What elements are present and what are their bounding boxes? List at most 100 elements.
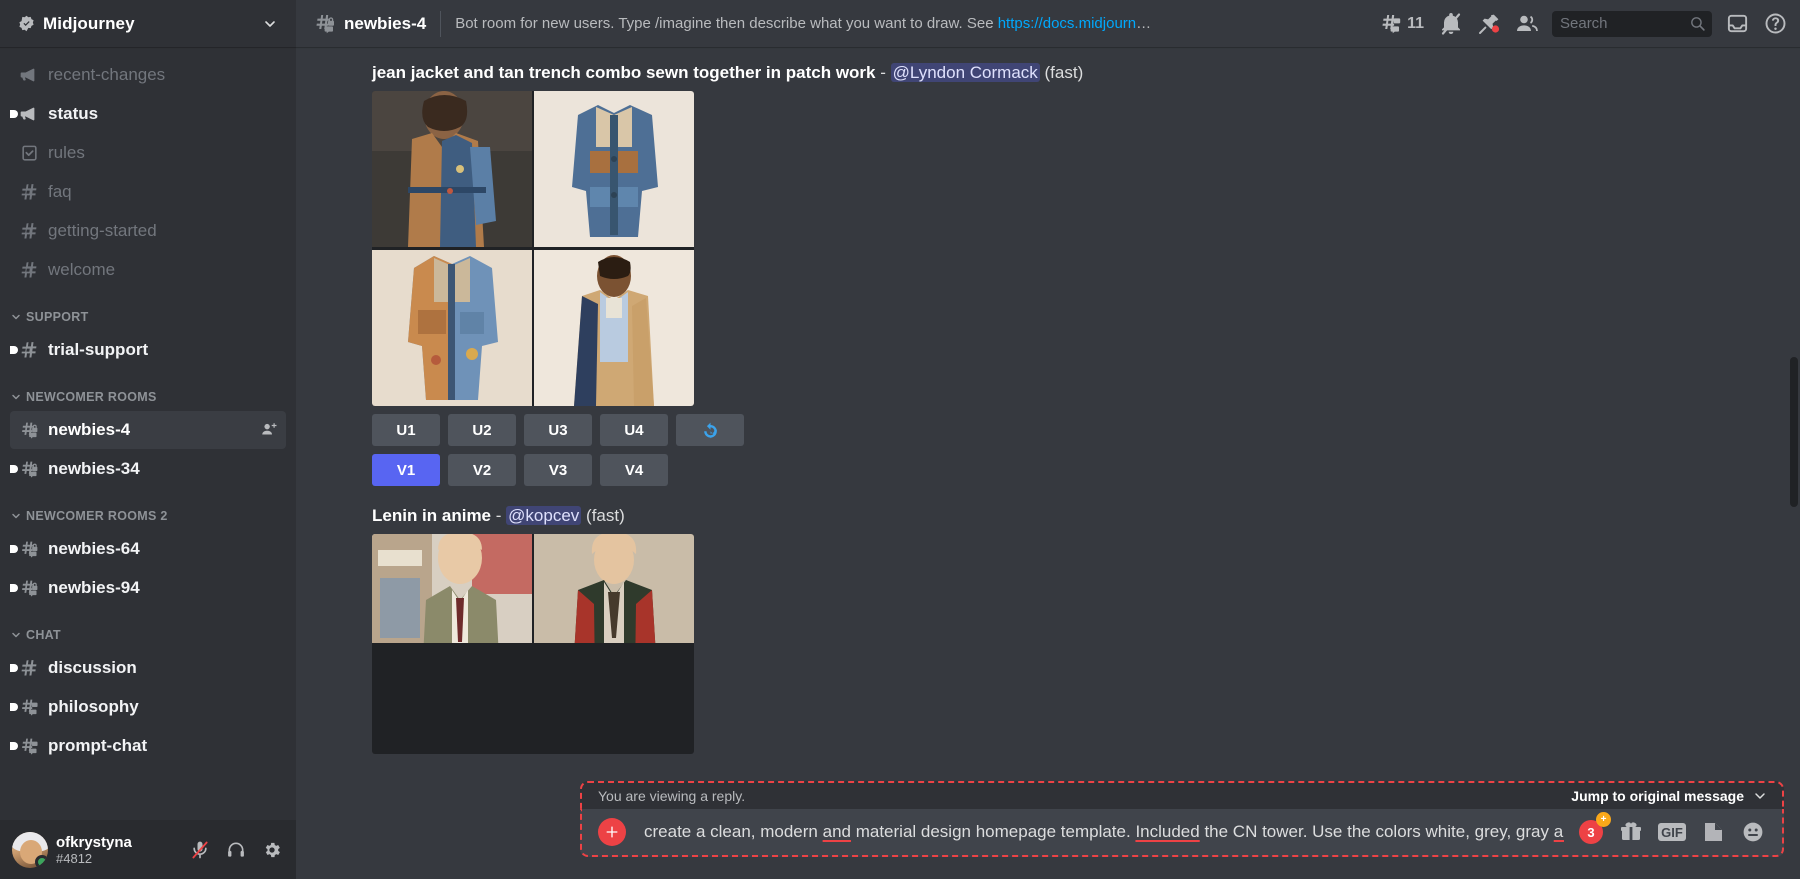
- sidebar-item-newbies-4[interactable]: newbies-4: [10, 411, 286, 449]
- chevron-down-icon: [1752, 788, 1768, 804]
- message-item: Lenin in anime - @kopcev (fast): [296, 500, 1800, 754]
- sidebar-item-rules[interactable]: rules: [10, 134, 286, 172]
- image-grid[interactable]: [372, 91, 694, 406]
- mention[interactable]: @kopcev: [506, 506, 582, 525]
- sidebar-item-label: welcome: [48, 260, 116, 279]
- separator: -: [495, 506, 502, 525]
- headphones-icon[interactable]: [220, 834, 252, 866]
- sidebar-item-newbies-34[interactable]: newbies-34: [10, 450, 286, 488]
- category-label: CHAT: [26, 628, 61, 642]
- category-chat[interactable]: CHAT: [0, 608, 296, 648]
- reply-bar: You are viewing a reply. Jump to origina…: [580, 781, 1784, 809]
- message-header: jean jacket and tan trench combo sewn to…: [372, 61, 1752, 85]
- channel-topic[interactable]: Bot room for new users. Type /imagine th…: [455, 15, 1155, 32]
- verified-badge-icon: [18, 15, 35, 32]
- inbox-icon[interactable]: [1720, 7, 1754, 41]
- emoji-icon[interactable]: [1740, 819, 1766, 845]
- pin-icon[interactable]: [1472, 7, 1506, 41]
- image-cell[interactable]: [372, 534, 532, 643]
- message-list[interactable]: jean jacket and tan trench combo sewn to…: [296, 47, 1800, 879]
- upscale-button-u3[interactable]: U3: [524, 414, 592, 446]
- upscale-button-u2[interactable]: U2: [448, 414, 516, 446]
- sidebar-item-getting-started[interactable]: getting-started: [10, 212, 286, 250]
- message-header: Lenin in anime - @kopcev (fast): [372, 504, 1752, 528]
- search-input[interactable]: [1560, 15, 1689, 32]
- message-composer[interactable]: create a clean, modern and material desi…: [580, 809, 1784, 857]
- members-icon[interactable]: [1510, 7, 1544, 41]
- channel-header: newbies-4 Bot room for new users. Type /…: [296, 0, 1800, 47]
- gif-label: GIF: [1661, 824, 1683, 840]
- chevron-down-icon[interactable]: [262, 16, 278, 32]
- plus-icon[interactable]: [598, 818, 626, 846]
- gif-button[interactable]: GIF: [1658, 823, 1686, 841]
- hash-thread-locked-icon: [18, 419, 40, 441]
- upscale-button-u1[interactable]: U1: [372, 414, 440, 446]
- hash-thread-icon: [18, 735, 40, 757]
- reroll-button[interactable]: [676, 414, 744, 446]
- sidebar-item-label: getting-started: [48, 221, 157, 240]
- sidebar-item-newbies-94[interactable]: newbies-94: [10, 569, 286, 607]
- image-cell[interactable]: [372, 249, 532, 407]
- sidebar-item-label: newbies-34: [48, 459, 140, 478]
- sidebar-item-newbies-64[interactable]: newbies-64: [10, 530, 286, 568]
- server-name: Midjourney: [43, 13, 135, 33]
- avatar[interactable]: [12, 831, 48, 868]
- sidebar-item-label: newbies-64: [48, 539, 140, 558]
- channel-topic-link[interactable]: https://docs.midjourney....: [998, 15, 1155, 32]
- server-header[interactable]: Midjourney: [0, 0, 296, 47]
- upscale-button-u4[interactable]: U4: [600, 414, 668, 446]
- variation-button-v2[interactable]: V2: [448, 454, 516, 486]
- announcement-icon: [18, 103, 40, 125]
- hash-icon: [18, 259, 40, 281]
- sidebar-item-discussion[interactable]: discussion: [10, 649, 286, 687]
- message-scrollbar[interactable]: [1790, 357, 1798, 507]
- bell-muted-icon[interactable]: [1434, 7, 1468, 41]
- channel-list[interactable]: recent-changes status rules faq getting-…: [0, 47, 296, 820]
- variation-button-v4[interactable]: V4: [600, 454, 668, 486]
- mention[interactable]: @Lyndon Cormack: [890, 63, 1040, 82]
- sidebar-item-label: trial-support: [48, 340, 149, 359]
- sidebar-item-philosophy[interactable]: philosophy: [10, 688, 286, 726]
- threads-button[interactable]: 11: [1379, 12, 1430, 36]
- image-cell[interactable]: [534, 249, 694, 407]
- nitro-badge[interactable]: 3 +: [1578, 812, 1611, 845]
- user-discriminator: #4812: [56, 850, 93, 866]
- unread-pill: [10, 346, 18, 354]
- variation-button-v3[interactable]: V3: [524, 454, 592, 486]
- sticker-icon[interactable]: [1700, 819, 1726, 845]
- category-label: NEWCOMER ROOMS: [26, 390, 157, 404]
- threads-icon: [1379, 12, 1403, 36]
- divider: [440, 10, 442, 37]
- image-cell[interactable]: [534, 91, 694, 248]
- composer-text[interactable]: create a clean, modern and material desi…: [644, 822, 1564, 842]
- hash-icon: [18, 220, 40, 242]
- search-icon: [1689, 15, 1706, 32]
- sidebar-item-label: faq: [48, 182, 72, 201]
- hash-thread-icon: [18, 696, 40, 718]
- variation-button-v1[interactable]: V1: [372, 454, 440, 486]
- add-member-icon[interactable]: [260, 421, 278, 439]
- sidebar-item-label: newbies-94: [48, 578, 140, 597]
- chevron-down-icon: [10, 629, 22, 641]
- category-support[interactable]: SUPPORT: [0, 290, 296, 330]
- sidebar-item-status[interactable]: status: [10, 95, 286, 133]
- category-newcomer-rooms-2[interactable]: NEWCOMER ROOMS 2: [0, 489, 296, 529]
- sidebar-item-faq[interactable]: faq: [10, 173, 286, 211]
- image-cell[interactable]: [372, 91, 532, 248]
- image-grid[interactable]: [372, 534, 694, 754]
- image-cell[interactable]: [534, 534, 694, 643]
- sidebar-item-recent-changes[interactable]: recent-changes: [10, 56, 286, 94]
- sidebar-item-prompt-chat[interactable]: prompt-chat: [10, 727, 286, 765]
- gear-icon[interactable]: [256, 834, 288, 866]
- mic-muted-icon[interactable]: [184, 834, 216, 866]
- search-box[interactable]: [1552, 10, 1712, 37]
- jump-to-original-message-button[interactable]: Jump to original message: [1571, 788, 1768, 804]
- sidebar-item-label: recent-changes: [48, 65, 166, 84]
- category-newcomer-rooms[interactable]: NEWCOMER ROOMS: [0, 370, 296, 410]
- help-circle-icon[interactable]: [1758, 7, 1792, 41]
- hash-thread-locked-icon: [18, 577, 40, 599]
- sidebar-item-welcome[interactable]: welcome: [10, 251, 286, 289]
- gift-icon[interactable]: [1618, 819, 1644, 845]
- hash-icon: [18, 181, 40, 203]
- sidebar-item-trial-support[interactable]: trial-support: [10, 331, 286, 369]
